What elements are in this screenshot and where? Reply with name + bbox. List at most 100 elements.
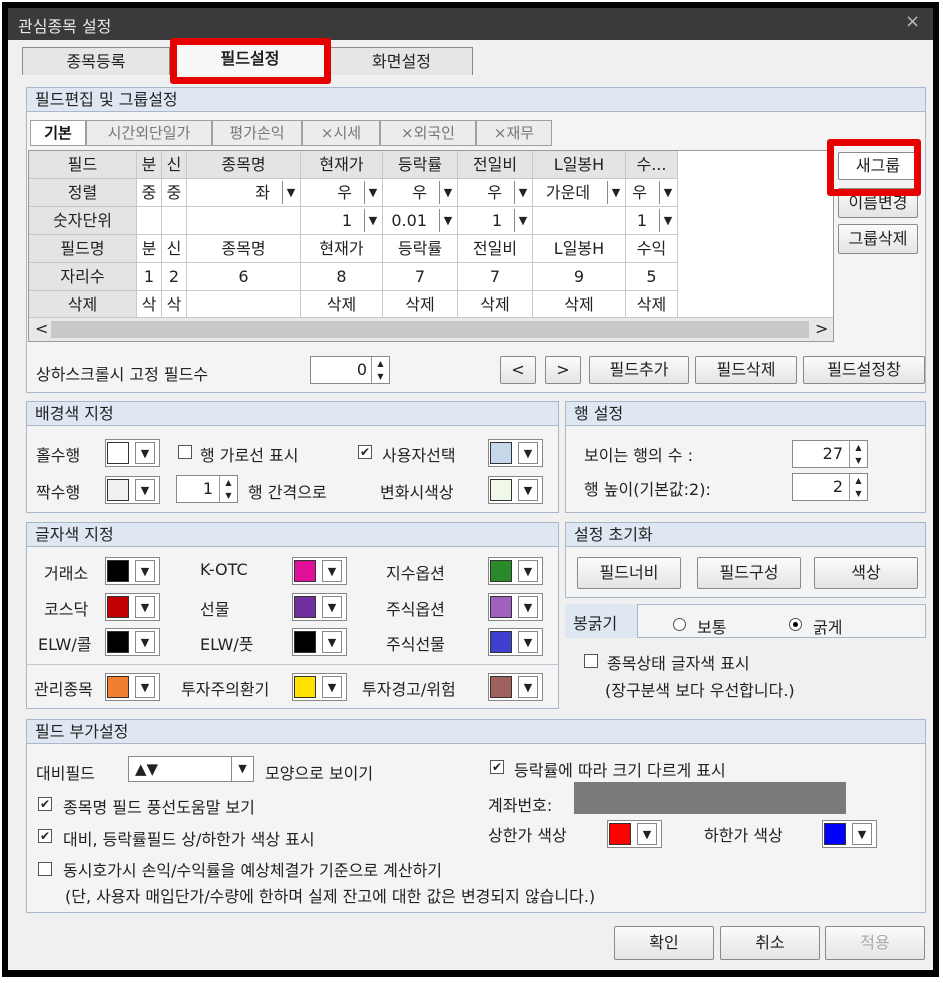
even-color-swatch[interactable] xyxy=(107,479,129,501)
grid-cell[interactable]: 분 xyxy=(137,235,162,263)
font-color-picker[interactable]: ▼ xyxy=(105,673,160,701)
row-line-checkbox[interactable] xyxy=(178,445,192,459)
user-color-swatch[interactable] xyxy=(490,442,512,464)
chevron-down-icon[interactable]: ▼ xyxy=(514,209,531,232)
field-settings-window-button[interactable]: 필드설정창 xyxy=(803,356,925,384)
font-color-picker[interactable]: ▼ xyxy=(292,628,347,656)
grid-cell[interactable]: 6 xyxy=(187,263,301,291)
grid-cell[interactable]: 5 xyxy=(626,263,678,291)
normal-radio[interactable] xyxy=(673,618,686,631)
size-checkbox[interactable]: ✔ xyxy=(490,760,504,774)
odd-color-chevron-down-icon[interactable]: ▼ xyxy=(135,442,155,464)
daebi-select[interactable]: ▲▼ ▼ xyxy=(128,756,254,782)
scroll-left-icon[interactable]: < xyxy=(35,319,48,338)
scroll-thumb[interactable] xyxy=(51,321,809,338)
grid-cell[interactable]: 삭제 xyxy=(301,291,383,319)
font-color-picker[interactable]: ▼ xyxy=(488,557,543,585)
font-color-picker[interactable]: ▼ xyxy=(292,557,347,585)
user-color-picker[interactable]: ▼ xyxy=(488,439,543,467)
font-color-chevron-down-icon[interactable]: ▼ xyxy=(322,631,342,653)
balloon-checkbox[interactable]: ✔ xyxy=(38,797,52,811)
chevron-down-icon[interactable]: ▼ xyxy=(659,209,676,232)
even-color-chevron-down-icon[interactable]: ▼ xyxy=(135,479,155,501)
calc-checkbox[interactable] xyxy=(38,862,52,876)
subtab-4[interactable]: ×외국인 xyxy=(380,120,476,146)
tab-stock-register[interactable]: 종목등록 xyxy=(22,47,170,75)
grid-cell[interactable]: 삭제 xyxy=(383,291,458,319)
row-count-spinner[interactable]: 27 ▲ ▼ xyxy=(792,440,868,468)
upper-color-chevron-down-icon[interactable]: ▼ xyxy=(637,823,657,845)
nav-prev-button[interactable]: < xyxy=(500,356,536,384)
grid-cell[interactable]: 8 xyxy=(301,263,383,291)
grid-cell[interactable]: 삭제 xyxy=(626,291,678,319)
grid-cell[interactable]: 현재가 xyxy=(301,235,383,263)
reset-width-button[interactable]: 필드너비 xyxy=(577,557,681,589)
font-color-picker[interactable]: ▼ xyxy=(105,593,160,621)
grid-cell[interactable]: 삭제 xyxy=(458,291,533,319)
font-color-picker[interactable]: ▼ xyxy=(105,557,160,585)
tab-screen-settings[interactable]: 화면설정 xyxy=(330,47,473,75)
upper-color-swatch[interactable] xyxy=(609,823,631,845)
chevron-down-icon[interactable]: ▼ xyxy=(231,757,253,781)
font-color-chevron-down-icon[interactable]: ▼ xyxy=(135,676,155,698)
row-height-spinner[interactable]: 2 ▲ ▼ xyxy=(792,473,868,501)
reset-layout-button[interactable]: 필드구성 xyxy=(697,557,801,589)
grid-cell[interactable]: 7 xyxy=(458,263,533,291)
chevron-down-icon[interactable]: ▼ xyxy=(439,181,456,204)
grid-cell[interactable]: 삭제 xyxy=(533,291,626,319)
close-icon[interactable]: × xyxy=(905,11,920,32)
font-color-swatch[interactable] xyxy=(107,560,129,582)
grid-cell[interactable]: 2 xyxy=(162,263,187,291)
chevron-down-icon[interactable]: ▼ xyxy=(364,209,381,232)
change-color-chevron-down-icon[interactable]: ▼ xyxy=(518,479,538,501)
grid-cell[interactable] xyxy=(162,207,187,235)
font-color-chevron-down-icon[interactable]: ▼ xyxy=(135,596,155,618)
change-color-picker[interactable]: ▼ xyxy=(488,476,543,504)
font-color-chevron-down-icon[interactable]: ▼ xyxy=(518,676,538,698)
font-color-chevron-down-icon[interactable]: ▼ xyxy=(135,631,155,653)
grid-cell[interactable]: 1 xyxy=(137,263,162,291)
grid-cell[interactable]: 신 xyxy=(162,235,187,263)
grid-cell[interactable] xyxy=(533,207,626,235)
font-color-swatch[interactable] xyxy=(107,676,129,698)
chevron-down-icon[interactable]: ▼ xyxy=(607,181,624,204)
font-color-swatch[interactable] xyxy=(294,631,316,653)
row-gap-spinner[interactable]: 1 ▲ ▼ xyxy=(176,475,238,503)
grid-cell[interactable]: 중 xyxy=(137,179,162,207)
font-color-picker[interactable]: ▼ xyxy=(488,593,543,621)
odd-color-picker[interactable]: ▼ xyxy=(105,439,160,467)
font-color-swatch[interactable] xyxy=(294,560,316,582)
font-color-picker[interactable]: ▼ xyxy=(292,673,347,701)
subtab-2[interactable]: 평가손익 xyxy=(212,120,302,146)
grid-cell[interactable]: 종목명 xyxy=(187,235,301,263)
font-color-picker[interactable]: ▼ xyxy=(105,628,160,656)
chevron-down-icon[interactable]: ▼ xyxy=(514,181,531,204)
font-color-swatch[interactable] xyxy=(490,560,512,582)
bold-radio[interactable] xyxy=(789,618,802,631)
font-color-swatch[interactable] xyxy=(490,676,512,698)
grid-cell[interactable]: 삭 xyxy=(162,291,187,319)
user-color-chevron-down-icon[interactable]: ▼ xyxy=(518,442,538,464)
scroll-right-icon[interactable]: > xyxy=(815,319,828,338)
chevron-down-icon[interactable]: ▼ xyxy=(659,181,676,204)
grid-cell[interactable]: 등락률 xyxy=(383,235,458,263)
ok-button[interactable]: 확인 xyxy=(614,926,714,960)
font-color-picker[interactable]: ▼ xyxy=(292,593,347,621)
font-color-swatch[interactable] xyxy=(107,631,129,653)
grid-cell[interactable]: 9 xyxy=(533,263,626,291)
subtab-0[interactable]: 기본 xyxy=(30,120,86,146)
font-color-chevron-down-icon[interactable]: ▼ xyxy=(518,560,538,582)
subtab-1[interactable]: 시간외단일가 xyxy=(86,120,212,146)
grid-cell[interactable] xyxy=(187,291,301,319)
font-color-chevron-down-icon[interactable]: ▼ xyxy=(322,596,342,618)
add-field-button[interactable]: 필드추가 xyxy=(589,356,689,384)
grid-cell[interactable] xyxy=(137,207,162,235)
font-color-swatch[interactable] xyxy=(490,596,512,618)
grid-cell[interactable]: 삭 xyxy=(137,291,162,319)
grid-cell[interactable]: 7 xyxy=(383,263,458,291)
reset-color-button[interactable]: 색상 xyxy=(814,557,918,589)
grid-cell[interactable] xyxy=(187,207,301,235)
grid-cell[interactable]: 수익 xyxy=(626,235,678,263)
grid-cell[interactable]: 중 xyxy=(162,179,187,207)
apply-button[interactable]: 적용 xyxy=(825,926,925,960)
